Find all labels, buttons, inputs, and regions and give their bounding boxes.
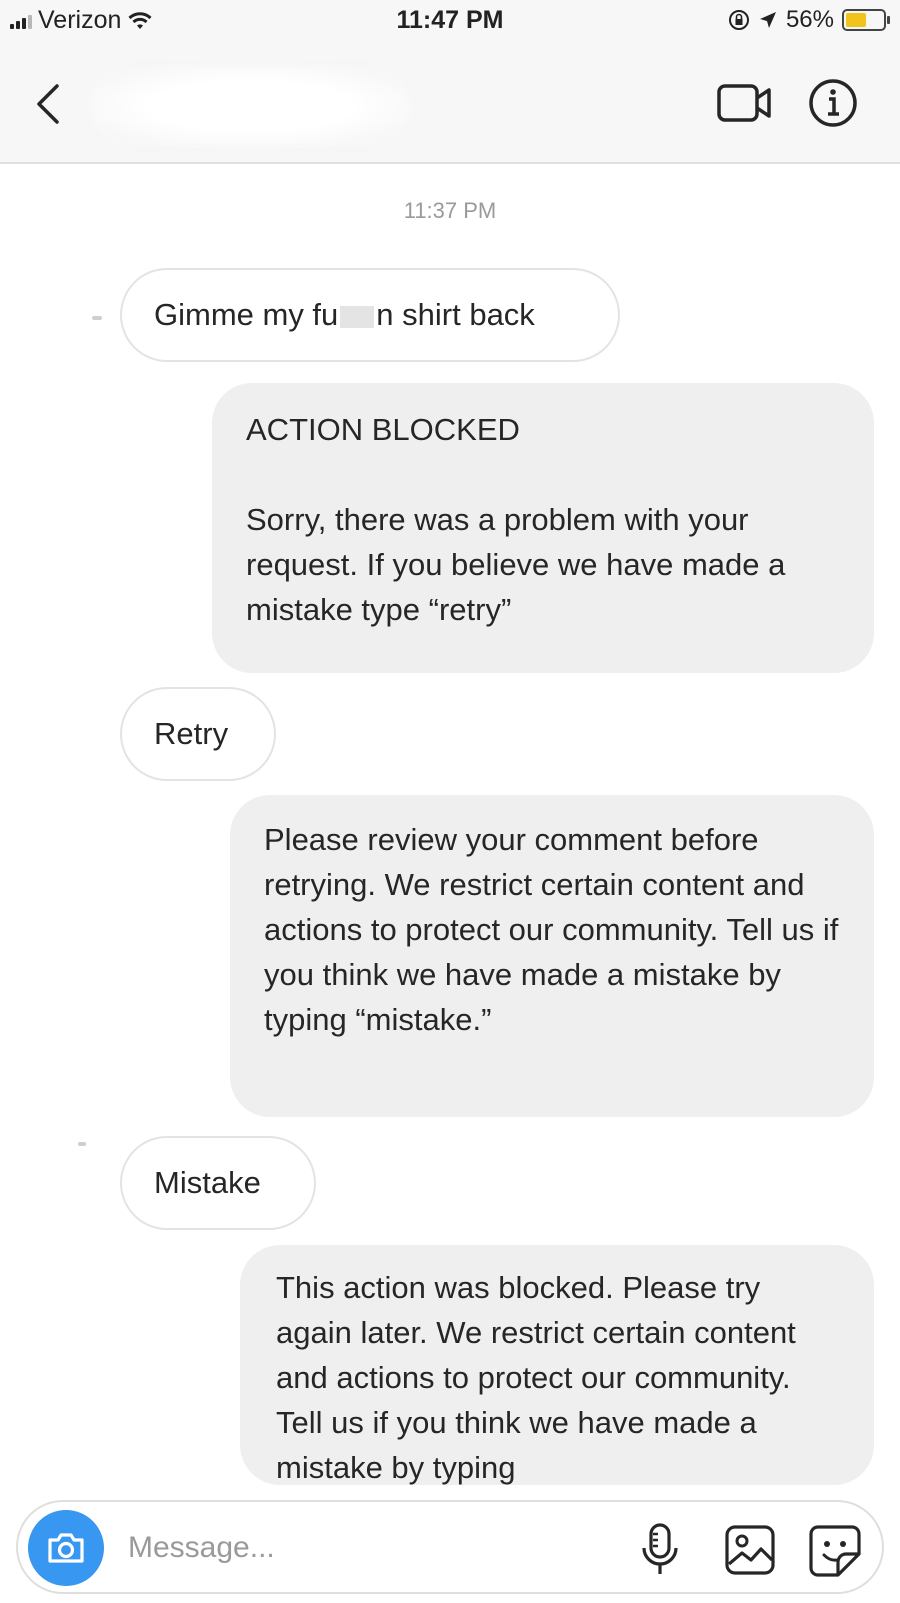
message-text: Sorry, there was a problem with your req… xyxy=(246,502,786,627)
message-text-part: n shirt back xyxy=(376,297,535,332)
message-bubble-received[interactable]: ACTION BLOCKED Sorry, there was a proble… xyxy=(212,383,874,673)
message-bubble-received[interactable]: Please review your comment before retryi… xyxy=(230,795,874,1117)
battery-percent: 56% xyxy=(785,6,834,33)
info-icon xyxy=(809,79,857,127)
camera-button[interactable] xyxy=(28,1510,104,1586)
message-bubble-sent[interactable]: Mistake xyxy=(120,1136,316,1230)
orientation-lock-icon xyxy=(728,9,750,31)
message-text: Mistake xyxy=(154,1165,261,1200)
video-call-button[interactable] xyxy=(716,80,774,128)
message-timestamp: 11:37 PM xyxy=(403,198,497,223)
message-text: Gimme my fu n shirt back xyxy=(154,297,535,333)
decorative-dot xyxy=(92,316,102,320)
message-bubble-sent[interactable]: Retry xyxy=(120,687,276,781)
gallery-icon xyxy=(725,1525,775,1575)
message-title: ACTION BLOCKED xyxy=(246,412,520,447)
message-text: This action was blocked. Please try agai… xyxy=(276,1270,796,1485)
message-bubble-sent[interactable]: Gimme my fu n shirt back xyxy=(120,268,620,362)
chat-header xyxy=(0,44,900,164)
location-arrow-icon xyxy=(758,10,778,30)
message-input[interactable] xyxy=(128,1524,588,1572)
video-camera-icon xyxy=(717,84,771,122)
sticker-icon xyxy=(809,1525,861,1577)
battery-fill xyxy=(846,13,867,27)
status-bar: Verizon 11:47 PM 56% xyxy=(0,0,900,44)
microphone-button[interactable] xyxy=(638,1522,682,1578)
message-bubble-received[interactable]: This action was blocked. Please try agai… xyxy=(240,1245,874,1485)
chevron-left-icon xyxy=(37,84,59,124)
message-text: Retry xyxy=(154,716,229,751)
message-text: Please review your comment before retryi… xyxy=(264,822,839,1037)
battery-icon xyxy=(842,9,890,31)
camera-icon xyxy=(48,1533,84,1563)
decorative-dot xyxy=(78,1142,86,1146)
info-button[interactable] xyxy=(808,78,858,128)
microphone-icon xyxy=(642,1523,678,1574)
message-composer xyxy=(16,1500,884,1594)
message-text-part: Gimme my fu xyxy=(154,297,339,332)
censor-block xyxy=(340,305,375,328)
gallery-button[interactable] xyxy=(724,1524,776,1576)
back-button[interactable] xyxy=(26,78,70,130)
status-right-group: 56% xyxy=(728,6,890,34)
redacted-username[interactable] xyxy=(90,66,410,146)
sticker-button[interactable] xyxy=(808,1524,862,1578)
